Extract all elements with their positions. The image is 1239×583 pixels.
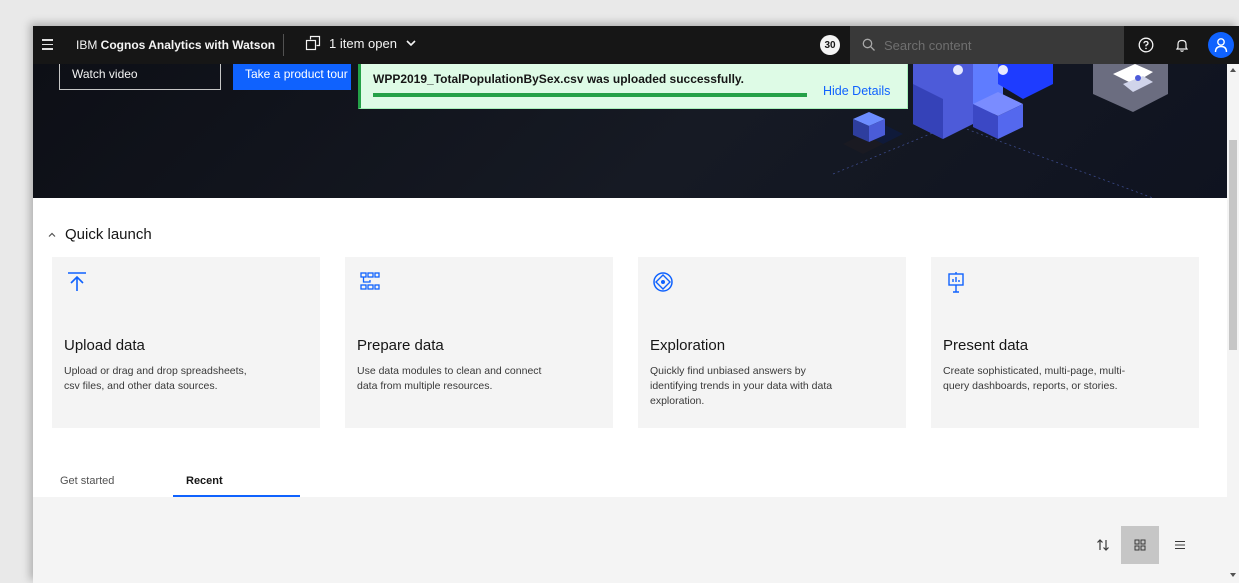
sort-button[interactable] [1084, 526, 1122, 564]
app-title-prefix: IBM [76, 38, 101, 52]
app-window: IBM Cognos Analytics with Watson 1 item … [33, 26, 1239, 583]
top-navigation-bar: IBM Cognos Analytics with Watson 1 item … [33, 26, 1239, 64]
hamburger-menu-icon[interactable] [39, 36, 57, 54]
open-items-label: 1 item open [329, 35, 397, 51]
upload-progress-bar [373, 93, 807, 97]
prepare-data-description: Use data modules to clean and connect da… [357, 365, 542, 392]
prepare-data-card[interactable]: Prepare data Use data modules to clean a… [345, 257, 613, 428]
grid-view-button[interactable] [1121, 526, 1159, 564]
upload-data-description: Upload or drag and drop spreadsheets, cs… [64, 365, 247, 392]
exploration-description: Quickly find unbiased answers by identif… [650, 365, 833, 407]
data-module-icon [360, 272, 380, 290]
notification-count-badge[interactable]: 30 [820, 35, 840, 55]
present-data-description: Create sophisticated, multi-page, multi-… [943, 365, 1126, 392]
quick-launch-toggle[interactable]: Quick launch [47, 226, 152, 243]
help-icon[interactable] [1136, 35, 1156, 55]
sort-icon [1097, 539, 1109, 551]
user-avatar-icon[interactable] [1208, 32, 1234, 58]
product-tour-button[interactable]: Take a product tour [233, 64, 351, 90]
notification-bell-icon[interactable] [1172, 35, 1192, 55]
open-items-icon [305, 35, 321, 51]
prepare-data-title: Prepare data [357, 337, 444, 354]
tab-recent[interactable]: Recent [186, 471, 223, 497]
search-icon [862, 38, 875, 51]
exploration-title: Exploration [650, 337, 726, 354]
chevron-down-icon [406, 40, 416, 47]
upload-data-title: Upload data [64, 337, 145, 354]
present-data-title: Present data [943, 337, 1029, 354]
presentation-icon [948, 272, 964, 293]
grid-view-icon [1134, 539, 1146, 551]
open-items-switcher[interactable]: 1 item open [305, 35, 417, 51]
quick-launch-title: Quick launch [65, 226, 152, 243]
upload-success-message: WPP2019_TotalPopulationBySex.csv was upl… [373, 72, 745, 86]
upload-success-notification: WPP2019_TotalPopulationBySex.csv was upl… [358, 64, 908, 109]
app-title-product: Cognos Analytics with Watson [100, 38, 276, 52]
exploration-card[interactable]: Exploration Quickly find unbiased answer… [638, 257, 906, 428]
scroll-down-arrow-icon[interactable] [1230, 573, 1236, 577]
scroll-up-arrow-icon[interactable] [1230, 68, 1236, 72]
scrollbar-thumb[interactable] [1229, 140, 1237, 350]
hide-details-link[interactable]: Hide Details [823, 84, 890, 98]
upload-icon [68, 272, 86, 291]
list-view-icon [1175, 540, 1185, 550]
search-input[interactable] [884, 37, 1114, 53]
header-divider [283, 34, 284, 56]
list-view-button[interactable] [1161, 526, 1199, 564]
content-tabs: Get started Recent [45, 471, 300, 497]
tab-get-started[interactable]: Get started [60, 471, 114, 497]
app-title[interactable]: IBM Cognos Analytics with Watson [76, 38, 275, 52]
search-box[interactable] [850, 26, 1124, 64]
chevron-up-icon [48, 232, 56, 237]
compass-icon [653, 272, 673, 292]
page-scrollbar[interactable] [1227, 64, 1239, 583]
recent-content-area [33, 497, 1227, 583]
present-data-card[interactable]: Present data Create sophisticated, multi… [931, 257, 1199, 428]
watch-video-button[interactable]: Watch video [59, 64, 221, 90]
upload-data-card[interactable]: Upload data Upload or drag and drop spre… [52, 257, 320, 428]
